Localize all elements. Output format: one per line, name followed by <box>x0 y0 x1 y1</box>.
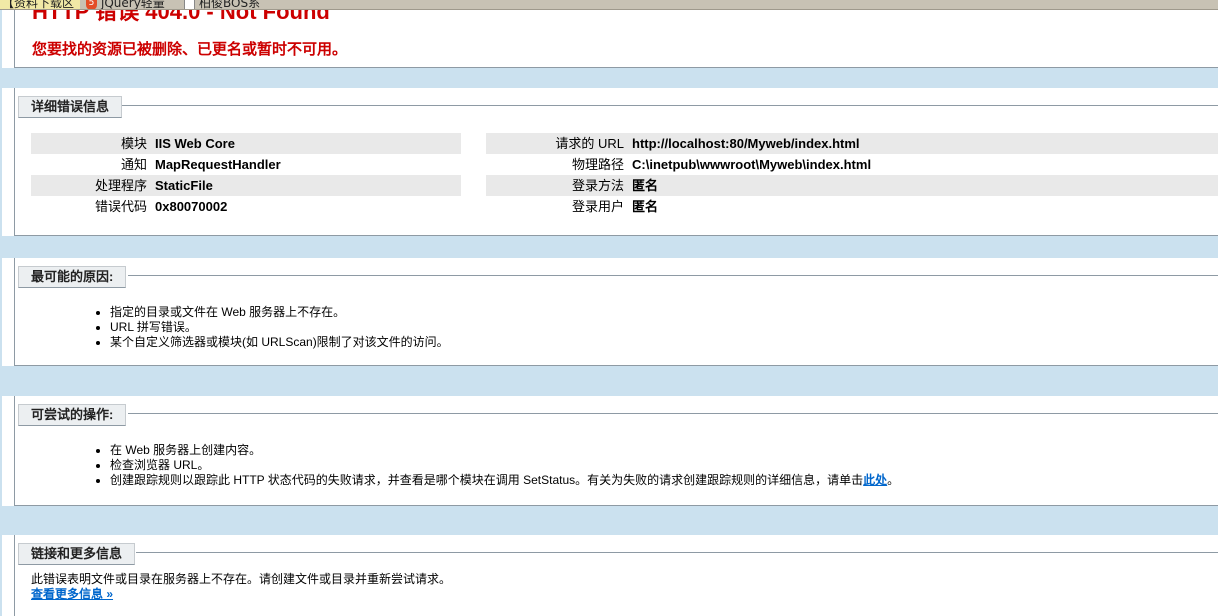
view-more-info-link[interactable]: 查看更多信息 » <box>31 587 113 601</box>
list-item: 指定的目录或文件在 Web 服务器上不存在。 <box>110 305 449 320</box>
legend-rule <box>128 413 1218 414</box>
detail-row-logon-method: 登录方法 匿名 <box>486 175 1218 196</box>
page-icon <box>184 0 195 9</box>
bookmark-item[interactable]: 5 jQuery轻量 <box>86 0 165 10</box>
list-item: 创建跟踪规则以跟踪此 HTTP 状态代码的失败请求，并查看是哪个模块在调用 Se… <box>110 473 899 488</box>
actions-list: 在 Web 服务器上创建内容。 检查浏览器 URL。 创建跟踪规则以跟踪此 HT… <box>110 443 899 488</box>
detail-row-logon-user: 登录用户 匿名 <box>486 196 1218 217</box>
causes-panel: 最可能的原因: 指定的目录或文件在 Web 服务器上不存在。 URL 拼写错误。… <box>2 258 1218 366</box>
detail-key: 登录用户 <box>571 199 624 214</box>
more-legend: 链接和更多信息 <box>18 543 136 565</box>
bookmark-item[interactable]: 【资料下载区 <box>0 0 81 10</box>
list-item: URL 拼写错误。 <box>110 320 449 335</box>
detail-row-notification: 通知 MapRequestHandler <box>31 154 461 175</box>
detail-row-handler: 处理程序 StaticFile <box>31 175 461 196</box>
detail-key: 模块 <box>120 136 147 151</box>
causes-legend: 最可能的原因: <box>18 266 127 288</box>
details-legend: 详细错误信息 <box>18 96 123 118</box>
detail-key: 登录方法 <box>571 178 624 193</box>
detail-value: MapRequestHandler <box>155 157 281 172</box>
detail-value: IIS Web Core <box>155 136 235 151</box>
detail-value: C:\inetpub\wwwroot\Myweb\index.html <box>632 157 872 172</box>
detail-row-module: 模块 IIS Web Core <box>31 133 461 154</box>
bookmarks-bar: 【资料下载区 5 jQuery轻量 柏俊BOS系 <box>0 0 1218 10</box>
detail-value: 匿名 <box>632 199 659 214</box>
list-item: 检查浏览器 URL。 <box>110 458 899 473</box>
list-item: 在 Web 服务器上创建内容。 <box>110 443 899 458</box>
bookmark-label: jQuery轻量 <box>101 0 165 10</box>
detail-key: 通知 <box>120 157 147 172</box>
detail-row-request-url: 请求的 URL http://localhost:80/Myweb/index.… <box>486 133 1218 154</box>
bookmark-label: 柏俊BOS系 <box>199 0 261 10</box>
trace-text: 创建跟踪规则以跟踪此 HTTP 状态代码的失败请求，并查看是哪个模块在调用 Se… <box>110 473 864 487</box>
legend-rule <box>122 105 1218 106</box>
detail-value: 匿名 <box>632 178 659 193</box>
detail-key: 物理路径 <box>571 157 624 172</box>
html5-icon: 5 <box>86 0 97 9</box>
detail-value: http://localhost:80/Myweb/index.html <box>632 136 860 151</box>
trace-end: 。 <box>887 473 900 487</box>
details-panel: 详细错误信息 模块 IIS Web Core 通知 MapRequestHand… <box>2 88 1218 236</box>
detail-value: StaticFile <box>155 178 213 193</box>
detail-row-error-code: 错误代码 0x80070002 <box>31 196 461 217</box>
bookmark-label: 【资料下载区 <box>2 0 75 10</box>
detail-value: 0x80070002 <box>155 199 228 214</box>
trace-rule-link[interactable]: 此处 <box>863 473 887 487</box>
detail-key: 错误代码 <box>94 199 147 214</box>
detail-row-physical-path: 物理路径 C:\inetpub\wwwroot\Myweb\index.html <box>486 154 1218 175</box>
legend-rule <box>136 552 1218 553</box>
actions-panel: 可尝试的操作: 在 Web 服务器上创建内容。 检查浏览器 URL。 创建跟踪规… <box>2 396 1218 506</box>
legend-rule <box>128 275 1218 276</box>
bookmark-item[interactable]: 柏俊BOS系 <box>184 0 261 10</box>
detail-key: 处理程序 <box>94 178 147 193</box>
error-message: 您要找的资源已被删除、已更名或暂时不可用。 <box>32 42 348 58</box>
detail-key: 请求的 URL <box>555 136 624 151</box>
error-header-panel: HTTP 错误 404.0 - Not Found 您要找的资源已被删除、已更名… <box>2 0 1218 68</box>
actions-legend: 可尝试的操作: <box>18 404 127 426</box>
causes-list: 指定的目录或文件在 Web 服务器上不存在。 URL 拼写错误。 某个自定义筛选… <box>110 305 449 350</box>
more-info-panel: 链接和更多信息 此错误表明文件或目录在服务器上不存在。请创建文件或目录并重新尝试… <box>2 535 1218 616</box>
list-item: 某个自定义筛选器或模块(如 URLScan)限制了对该文件的访问。 <box>110 335 449 350</box>
